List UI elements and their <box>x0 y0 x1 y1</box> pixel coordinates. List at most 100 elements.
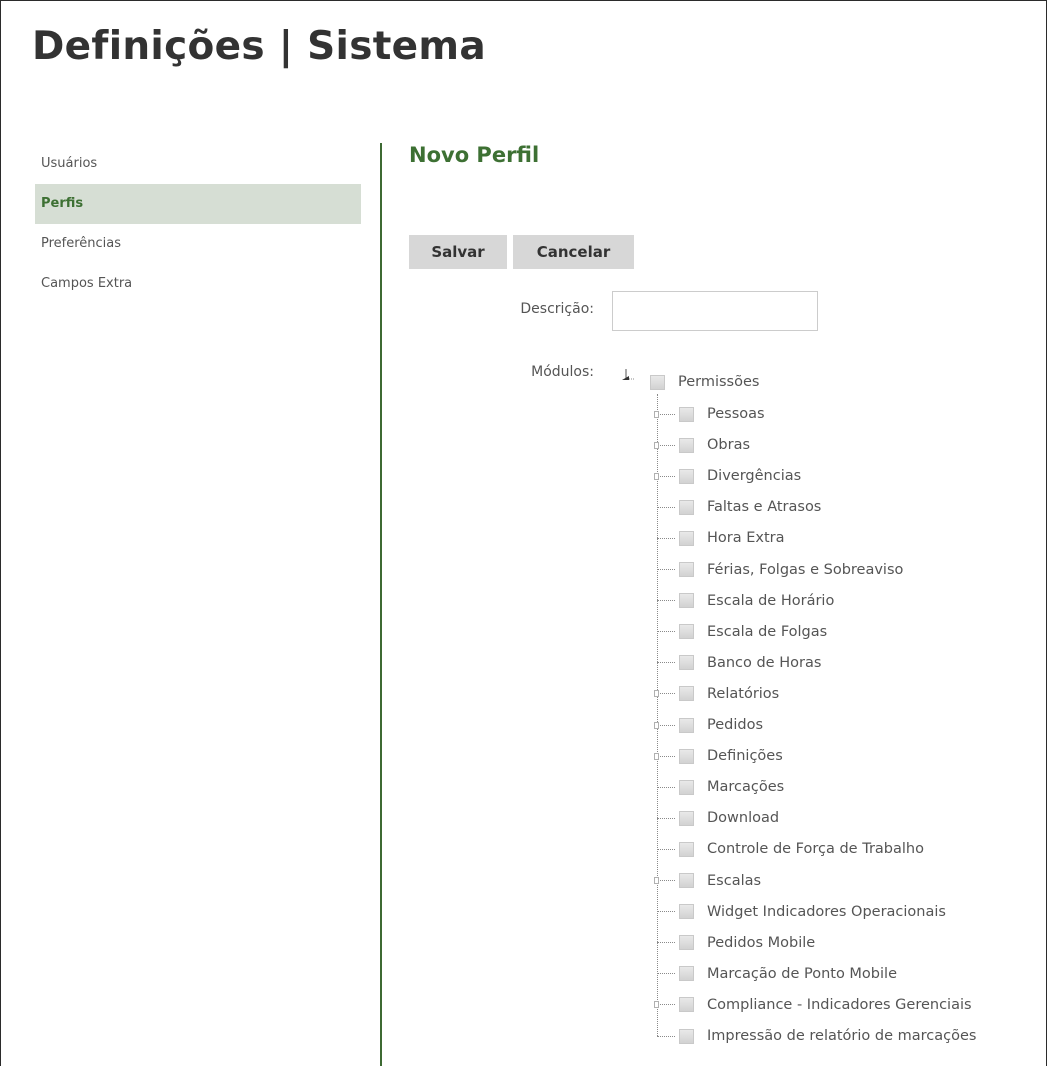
checkbox-icon[interactable] <box>679 468 694 484</box>
tree-connector <box>654 721 675 729</box>
tree-item-label: Impressão de relatório de marcações <box>707 1028 977 1044</box>
tree-item-label: Pedidos <box>707 717 764 733</box>
expand-icon[interactable] <box>654 752 659 760</box>
tree-item-label: Widget Indicadores Operacionais <box>707 903 946 920</box>
tree-item[interactable]: Definições <box>654 745 783 767</box>
checkbox-icon[interactable] <box>679 748 694 764</box>
expand-icon[interactable] <box>654 690 659 698</box>
checkbox-icon[interactable] <box>679 1028 694 1044</box>
tree-item-label: Marcação de Ponto Mobile <box>707 965 897 982</box>
tree-item[interactable]: Faltas e Atrasos <box>657 496 821 518</box>
checkbox-icon[interactable] <box>679 810 694 826</box>
tree-item[interactable]: Pedidos <box>654 714 764 736</box>
tree-connector <box>657 506 675 508</box>
tree-root-label: Permissões <box>678 374 760 390</box>
tree-item-label: Escalas <box>707 872 762 889</box>
tree-root-item[interactable]: Permissões <box>650 371 759 393</box>
checkbox-icon[interactable] <box>679 624 694 640</box>
tree-item-label: Escala de Horário <box>707 592 835 609</box>
checkbox-icon[interactable] <box>650 374 665 390</box>
checkbox-icon[interactable] <box>679 717 694 733</box>
tree-item-label: Pedidos Mobile <box>707 934 816 951</box>
tree-item[interactable]: Hora Extra <box>657 527 785 549</box>
tree-item-label: Banco de Horas <box>707 654 822 671</box>
tree-item[interactable]: Impressão de relatório de marcações <box>657 1025 976 1047</box>
tree-item[interactable]: Pessoas <box>654 403 765 425</box>
sidebar-item-preferencias[interactable]: Preferências <box>35 224 361 264</box>
cancel-button[interactable]: Cancelar <box>513 235 634 269</box>
checkbox-icon[interactable] <box>679 593 694 609</box>
sidebar-item-campos-extra[interactable]: Campos Extra <box>35 264 361 304</box>
tree-item[interactable]: Pedidos Mobile <box>657 932 815 954</box>
tree-item[interactable]: Widget Indicadores Operacionais <box>657 901 946 923</box>
checkbox-icon[interactable] <box>679 655 694 671</box>
checkbox-icon[interactable] <box>679 873 694 888</box>
checkbox-icon[interactable] <box>679 437 694 453</box>
tree-item-label: Marcações <box>707 779 785 796</box>
tree-item[interactable]: Escala de Folgas <box>657 621 827 643</box>
tree-item[interactable]: Download <box>657 807 779 829</box>
tree-connector <box>657 569 675 570</box>
checkbox-icon[interactable] <box>679 935 694 951</box>
sidebar-item-usuarios[interactable]: Usuários <box>35 144 361 184</box>
tree-item[interactable]: Controle de Força de Trabalho <box>657 838 924 860</box>
tree-connector <box>654 410 675 418</box>
tree-item[interactable]: Marcações <box>657 776 784 798</box>
tree-item-label: Compliance - Indicadores Gerenciais <box>707 996 972 1013</box>
tree-item[interactable]: Escalas <box>654 870 762 892</box>
sidebar-item-perfis[interactable]: Perfis <box>35 184 361 224</box>
tree-item[interactable]: Férias, Folgas e Sobreaviso <box>657 559 903 581</box>
checkbox-icon[interactable] <box>679 499 694 515</box>
checkbox-icon[interactable] <box>679 406 694 422</box>
tree-item-label: Controle de Força de Trabalho <box>707 841 924 858</box>
tree-connector <box>657 911 675 913</box>
section-title: Novo Perfil <box>409 143 540 167</box>
save-button[interactable]: Salvar <box>409 235 507 269</box>
tree-item[interactable]: Escala de Horário <box>657 590 834 612</box>
tree-connector <box>654 690 675 698</box>
tree-item-label: Relatórios <box>707 685 780 702</box>
checkbox-icon[interactable] <box>679 686 694 702</box>
tree-item-label: Férias, Folgas e Sobreaviso <box>707 561 904 578</box>
expand-icon[interactable] <box>654 472 659 480</box>
tree-item-label: Obras <box>707 437 751 454</box>
tree-item[interactable]: Obras <box>654 434 751 456</box>
checkbox-icon[interactable] <box>679 966 694 982</box>
tree-connector <box>654 441 675 449</box>
tree-connector <box>657 1035 675 1037</box>
tree-item[interactable]: Relatórios <box>654 683 780 705</box>
page-title: Definições | Sistema <box>32 24 486 69</box>
expand-icon[interactable] <box>654 441 659 449</box>
tree-connector <box>657 537 675 539</box>
tree-item-label: Faltas e Atrasos <box>707 499 822 516</box>
checkbox-icon[interactable] <box>679 997 694 1013</box>
tree-connector <box>654 877 675 884</box>
checkbox-icon[interactable] <box>679 841 694 857</box>
expand-icon[interactable] <box>654 877 659 884</box>
tree-connector <box>657 662 675 664</box>
expand-icon[interactable] <box>654 721 659 729</box>
description-label: Descrição: <box>520 301 594 317</box>
tree-item[interactable]: Marcação de Ponto Mobile <box>657 963 897 985</box>
checkbox-icon[interactable] <box>679 779 694 795</box>
checkbox-icon[interactable] <box>679 530 694 546</box>
modules-label: Módulos: <box>531 364 594 380</box>
checkbox-icon[interactable] <box>679 904 694 920</box>
tree-connector <box>657 600 675 602</box>
tree-connector <box>657 631 675 633</box>
expand-icon[interactable] <box>654 410 659 418</box>
tree-connector <box>654 1001 675 1009</box>
tree-item-label: Escala de Folgas <box>707 623 828 640</box>
tree-connector <box>657 973 675 975</box>
collapse-tree-icon[interactable] <box>620 367 636 383</box>
expand-icon[interactable] <box>654 1001 659 1009</box>
tree-item-label: Hora Extra <box>707 530 785 547</box>
tree-connector <box>654 752 675 760</box>
description-input[interactable] <box>612 291 818 331</box>
content-divider <box>380 143 382 1066</box>
tree-item[interactable]: Divergências <box>654 465 801 487</box>
checkbox-icon[interactable] <box>679 562 694 577</box>
sidebar: Usuários Perfis Preferências Campos Extr… <box>35 144 361 304</box>
tree-item[interactable]: Banco de Horas <box>657 652 821 674</box>
tree-item[interactable]: Compliance - Indicadores Gerenciais <box>654 994 972 1016</box>
